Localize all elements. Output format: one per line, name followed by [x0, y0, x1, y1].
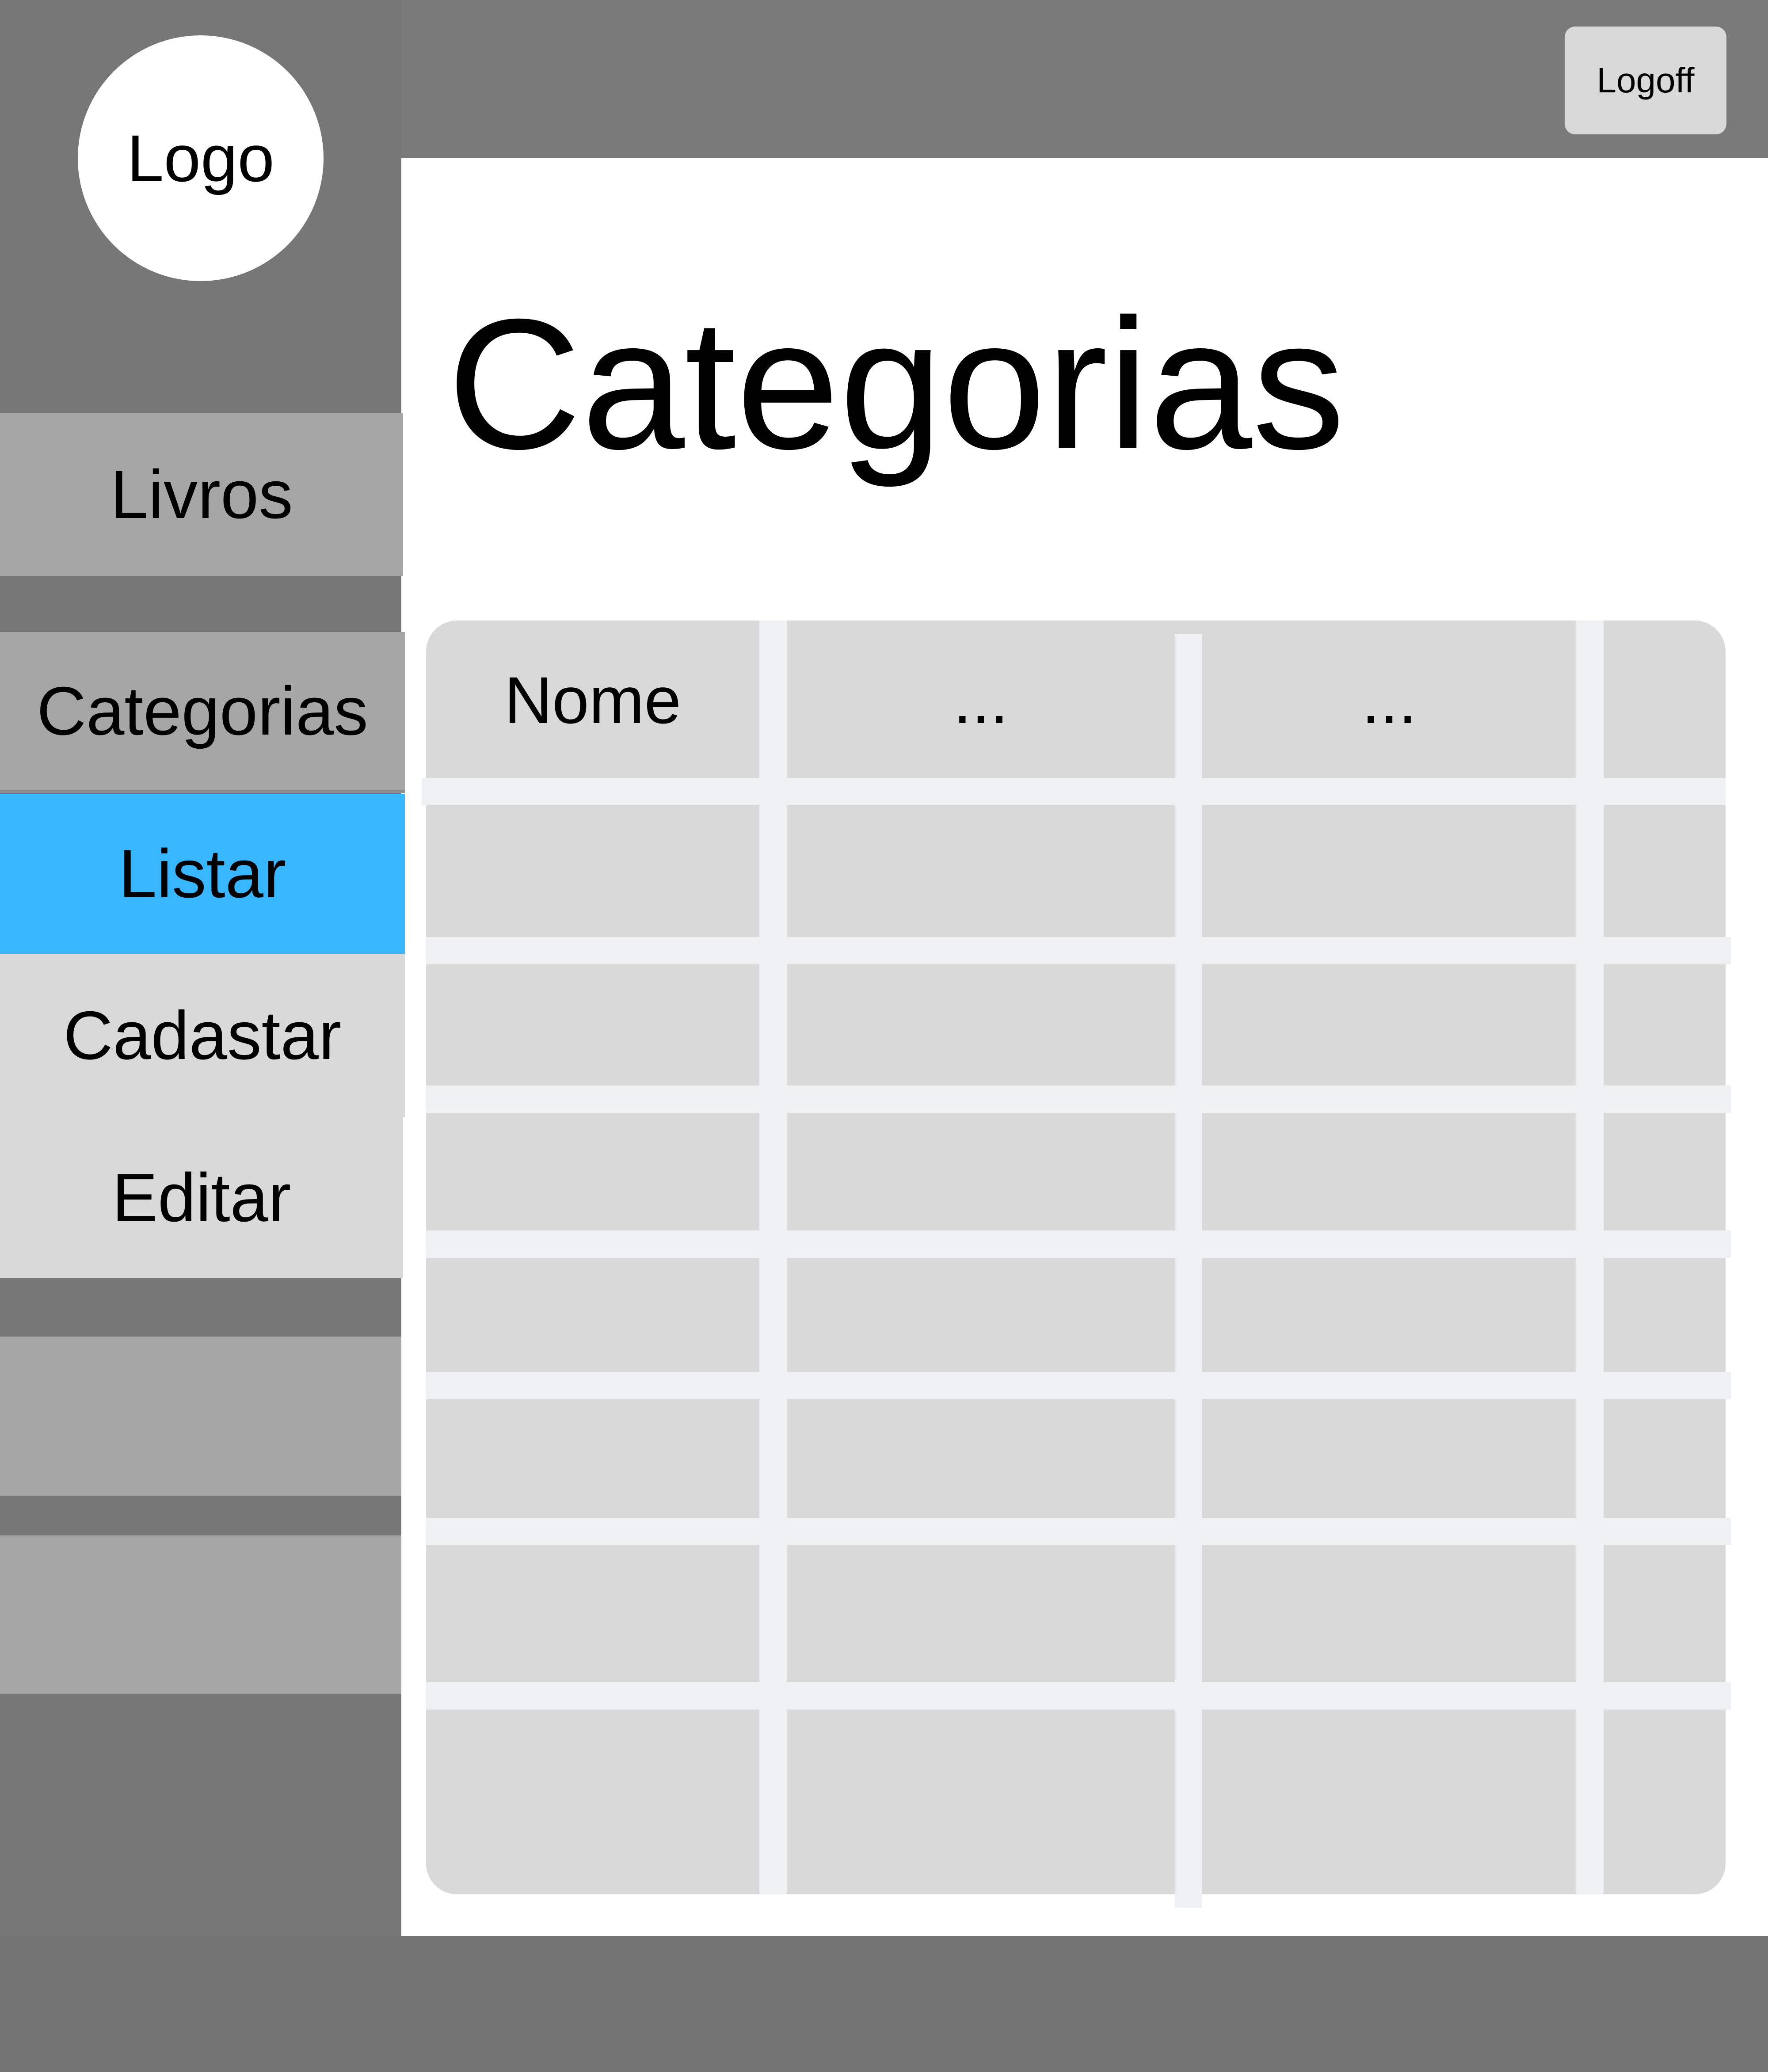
sidebar-item-cadastar[interactable]: Cadastar: [0, 954, 405, 1117]
column-header-nome[interactable]: Nome: [426, 621, 759, 780]
table-row-divider: [426, 1372, 1731, 1399]
categories-table: Nome ... ...: [422, 621, 1731, 1908]
logoff-label: Logoff: [1597, 61, 1695, 100]
footer-bar: [0, 1936, 1768, 2072]
logo: Logo: [78, 35, 324, 281]
column-header-label: ...: [1361, 663, 1417, 737]
table-row-divider: [426, 1518, 1731, 1545]
sidebar-item-editar[interactable]: Editar: [0, 1117, 403, 1278]
column-header[interactable]: [1604, 621, 1726, 780]
table-row-divider: [426, 1682, 1731, 1710]
logo-text: Logo: [127, 121, 274, 195]
sidebar-item-placeholder[interactable]: [0, 1337, 401, 1496]
table-column-divider: [1175, 634, 1202, 1908]
logoff-button[interactable]: Logoff: [1565, 27, 1726, 134]
sidebar-item-label: Categorias: [37, 673, 368, 749]
table-row-divider: [426, 1086, 1731, 1113]
column-header-label: ...: [953, 663, 1009, 737]
page-title: Categorias: [447, 281, 1345, 488]
table-row-divider: [426, 937, 1731, 964]
sidebar-item-categorias[interactable]: Categorias: [0, 632, 405, 793]
sidebar-item-label: Listar: [118, 835, 286, 912]
column-header-label: Nome: [504, 663, 682, 737]
column-header[interactable]: ...: [787, 621, 1175, 780]
sidebar-item-livros[interactable]: Livros: [0, 413, 403, 576]
column-header[interactable]: ...: [1202, 621, 1576, 780]
sidebar-item-label: Editar: [112, 1159, 291, 1236]
sidebar-item-placeholder[interactable]: [0, 1535, 401, 1694]
table-row-divider: [422, 778, 1726, 805]
sidebar-item-label: Cadastar: [63, 997, 342, 1074]
sidebar-item-listar[interactable]: Listar: [0, 794, 405, 954]
table-row-divider: [426, 1230, 1731, 1258]
sidebar-item-label: Livros: [110, 456, 293, 533]
